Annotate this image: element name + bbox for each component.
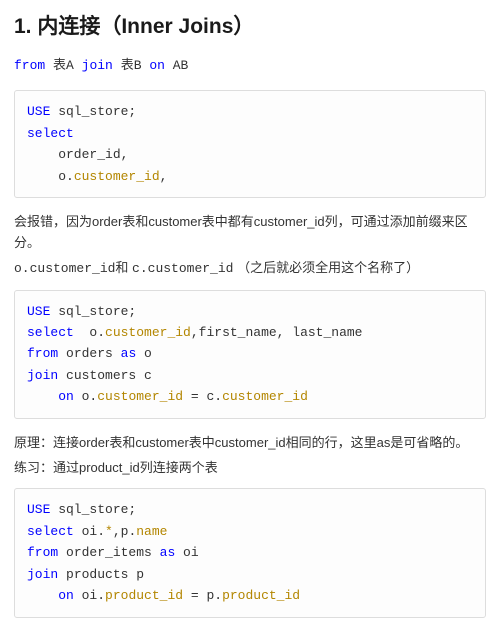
code-text: o bbox=[136, 346, 152, 361]
col-product-id: product_id bbox=[105, 588, 183, 603]
code-text: order_items bbox=[58, 545, 159, 560]
kw-on: on bbox=[58, 389, 74, 404]
code-text: oi bbox=[175, 545, 198, 560]
code-text: = bbox=[183, 588, 206, 603]
kw-select: select bbox=[27, 126, 74, 141]
code-text: , bbox=[160, 169, 168, 184]
code-text: ,first_name, last_name bbox=[191, 325, 363, 340]
ab: AB bbox=[173, 58, 189, 73]
text-rest: （之后就必须全用这个名称了） bbox=[233, 260, 419, 275]
code-text: products p bbox=[58, 567, 144, 582]
kw-select: select bbox=[27, 325, 74, 340]
code-text: order_id, bbox=[27, 147, 128, 162]
code-block-1: USE sql_store; select order_id, o.custom… bbox=[14, 90, 486, 198]
kw-join: join bbox=[27, 567, 58, 582]
code-text: sql_store; bbox=[50, 502, 136, 517]
kw-select: select bbox=[27, 524, 74, 539]
col-customer-id: customer_id bbox=[97, 389, 183, 404]
paragraph-prefix: o.customer_id和 c.customer_id （之后就必须全用这个名… bbox=[14, 258, 486, 280]
code-text: ,p. bbox=[113, 524, 136, 539]
kw-on: on bbox=[149, 58, 165, 73]
kw-use: USE bbox=[27, 502, 50, 517]
section-heading: 1. 内连接（Inner Joins） bbox=[14, 10, 486, 44]
text-and: 和 bbox=[115, 260, 132, 275]
code-block-3: USE sql_store; select oi.*,p.name from o… bbox=[14, 488, 486, 617]
code-text: o. bbox=[74, 325, 105, 340]
col-product-id: product_id bbox=[222, 588, 300, 603]
paragraph-principle: 原理：连接order表和customer表中customer_id相同的行，这里… bbox=[14, 433, 486, 454]
tab-a: 表A bbox=[53, 58, 74, 73]
syntax-line: from 表A join 表B on AB bbox=[14, 56, 486, 77]
col-star: * bbox=[105, 524, 113, 539]
kw-use: USE bbox=[27, 304, 50, 319]
code-text: customers c bbox=[58, 368, 152, 383]
code-text: o. bbox=[74, 389, 97, 404]
kw-use: USE bbox=[27, 104, 50, 119]
paragraph-error: 会报错，因为order表和customer表中都有customer_id列，可通… bbox=[14, 212, 486, 254]
code-text: oi. bbox=[74, 588, 105, 603]
col-name: name bbox=[136, 524, 167, 539]
paragraph-exercise: 练习：通过product_id列连接两个表 bbox=[14, 458, 486, 479]
inline-ocust: o.customer_id bbox=[14, 261, 115, 276]
code-text: orders bbox=[58, 346, 120, 361]
col-customer-id: customer_id bbox=[222, 389, 308, 404]
kw-as: as bbox=[121, 346, 137, 361]
kw-on: on bbox=[58, 588, 74, 603]
code-text: = bbox=[183, 389, 206, 404]
code-text: o. bbox=[27, 169, 74, 184]
tab-b: 表B bbox=[121, 58, 142, 73]
code-text bbox=[27, 389, 58, 404]
code-text: p. bbox=[206, 588, 222, 603]
kw-from: from bbox=[27, 346, 58, 361]
kw-from: from bbox=[27, 545, 58, 560]
code-text: oi. bbox=[74, 524, 105, 539]
code-text bbox=[27, 588, 58, 603]
code-text: sql_store; bbox=[50, 104, 136, 119]
kw-as: as bbox=[160, 545, 176, 560]
code-text: c. bbox=[206, 389, 222, 404]
kw-join: join bbox=[82, 58, 113, 73]
col-customer-id: customer_id bbox=[105, 325, 191, 340]
code-block-2: USE sql_store; select o.customer_id,firs… bbox=[14, 290, 486, 419]
code-text: sql_store; bbox=[50, 304, 136, 319]
inline-ccust: c.customer_id bbox=[132, 261, 233, 276]
col-customer-id: customer_id bbox=[74, 169, 160, 184]
kw-join: join bbox=[27, 368, 58, 383]
kw-from: from bbox=[14, 58, 45, 73]
